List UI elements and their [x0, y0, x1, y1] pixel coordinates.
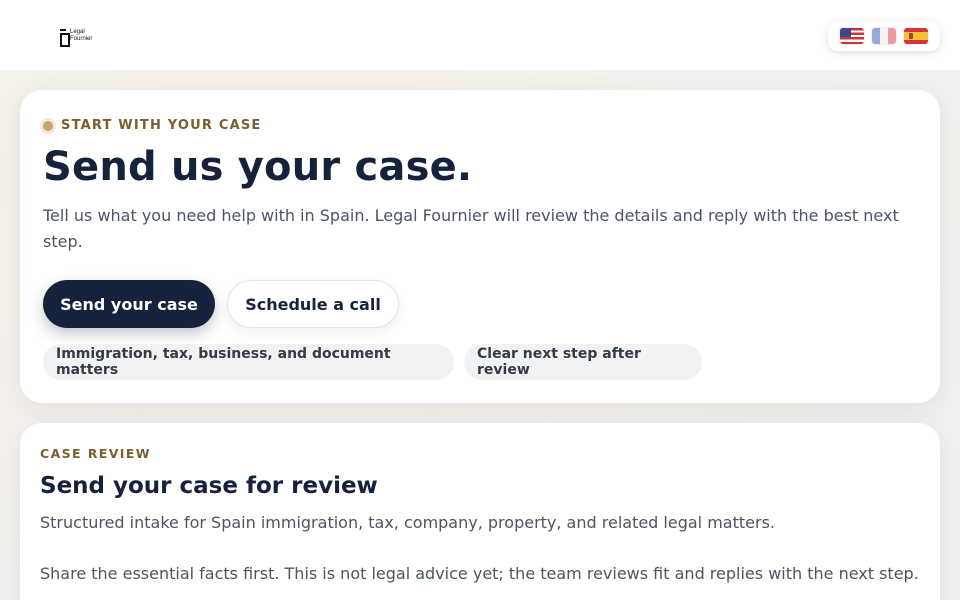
top-bar: Legal Fournier	[0, 0, 960, 70]
france-flag-icon[interactable]	[872, 28, 896, 44]
logo-text: Legal Fournier	[70, 29, 92, 43]
hero-eyebrow: START WITH YOUR CASE	[43, 118, 262, 133]
send-your-case-button[interactable]: Send your case	[43, 280, 215, 328]
chip-next-step: Clear next step after review	[464, 344, 702, 380]
logo-mark-icon	[60, 29, 70, 47]
hero-description: Tell us what you need help with in Spain…	[43, 206, 899, 251]
review-title: Send your case for review	[40, 473, 378, 499]
hero-title: Send us your case.	[43, 144, 473, 190]
hero-eyebrow-text: START WITH YOUR CASE	[61, 118, 262, 133]
spain-flag-icon[interactable]	[904, 28, 928, 44]
schedule-a-call-button[interactable]: Schedule a call	[227, 280, 399, 328]
hero-card: START WITH YOUR CASE Send us your case. …	[20, 90, 940, 403]
review-note: Share the essential facts first. This is…	[40, 564, 919, 583]
status-dot-icon	[43, 120, 53, 131]
chip-practice-areas: Immigration, tax, business, and document…	[43, 344, 454, 380]
review-eyebrow: CASE REVIEW	[40, 446, 151, 461]
language-switcher	[828, 21, 940, 51]
logo-line-fournier: Fournier	[70, 36, 93, 42]
case-review-card: CASE REVIEW Send your case for review St…	[20, 423, 940, 600]
logo[interactable]: Legal Fournier	[60, 27, 92, 47]
review-description: Structured intake for Spain immigration,…	[40, 513, 775, 532]
us-flag-icon[interactable]	[840, 28, 864, 44]
logo-line-legal: Legal	[70, 29, 85, 35]
